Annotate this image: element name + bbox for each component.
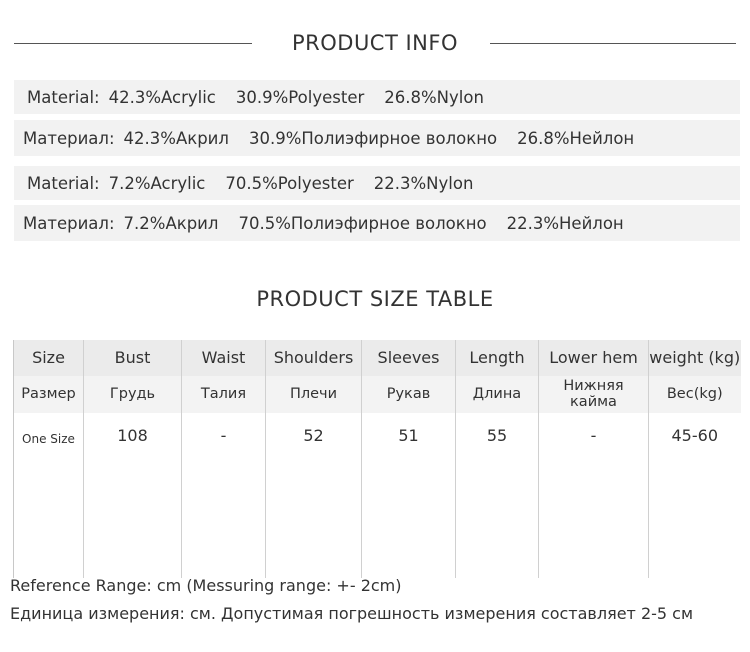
header-cell: Length (455, 340, 539, 376)
size-cell: One Size (13, 413, 84, 578)
header-cell: Плечи (265, 376, 362, 413)
header-cell: Sleeves (361, 340, 456, 376)
waist-cell: - (181, 413, 266, 578)
material-label: Материал: (23, 128, 115, 148)
sleeves-cell: 51 (361, 413, 456, 578)
material-label: Material: (27, 173, 100, 193)
material-part: 7.2%Acrylic (108, 173, 206, 193)
material-part: 42.3%Акрил (123, 128, 229, 148)
material-part: 30.9%Polyester (235, 87, 365, 107)
size-table-header-ru: Размер Грудь Талия Плечи Рукав Длина Ниж… (13, 376, 741, 413)
shoulders-cell: 52 (265, 413, 362, 578)
header-cell: weight (kg) (648, 340, 741, 376)
header-cell: Size (13, 340, 84, 376)
header-cell: Размер (13, 376, 84, 413)
header-cell: Waist (181, 340, 266, 376)
bust-cell: 108 (83, 413, 182, 578)
material-row-ru-2: Материал: 7.2%Акрил 70.5%Полиэфирное вол… (14, 205, 740, 241)
size-table-title: PRODUCT SIZE TABLE (256, 287, 494, 311)
header-cell: Рукав (361, 376, 456, 413)
material-row-en-1: Material: 42.3%Acrylic 30.9%Polyester 26… (14, 80, 740, 114)
title-divider-right (490, 43, 736, 44)
material-part: 26.8%Нейлон (517, 128, 635, 148)
lower-hem-cell: - (538, 413, 649, 578)
material-row-ru-1: Материал: 42.3%Акрил 30.9%Полиэфирное во… (14, 120, 740, 156)
header-cell: Shoulders (265, 340, 362, 376)
material-part: 70.5%Полиэфирное волокно (238, 213, 487, 233)
weight-cell: 45-60 (648, 413, 741, 578)
material-label: Материал: (23, 213, 115, 233)
size-table-header-en: Size Bust Waist Shoulders Sleeves Length… (13, 340, 741, 376)
material-part: 70.5%Polyester (225, 173, 354, 193)
header-cell: Грудь (83, 376, 182, 413)
header-cell: Длина (455, 376, 539, 413)
material-part: 22.3%Нейлон (506, 213, 624, 233)
material-row-en-2: Material: 7.2%Acrylic 70.5%Polyester 22.… (14, 166, 740, 200)
size-table: Size Bust Waist Shoulders Sleeves Length… (13, 340, 741, 578)
header-cell: Нижняя кайма (538, 376, 649, 413)
size-table-row: One Size 108 - 52 51 55 - 45-60 (13, 413, 741, 578)
length-cell: 55 (455, 413, 539, 578)
reference-range-note: Reference Range: cm (Messuring range: +-… (10, 576, 402, 595)
header-cell: Талия (181, 376, 266, 413)
header-cell: Вес(kg) (648, 376, 741, 413)
material-part: 26.8%Nylon (384, 87, 484, 107)
material-part: 30.9%Полиэфирное волокно (248, 128, 498, 148)
material-part: 22.3%Nylon (373, 173, 474, 193)
material-label: Material: (27, 87, 100, 107)
header-cell: Bust (83, 340, 182, 376)
material-part: 7.2%Акрил (123, 213, 219, 233)
header-cell: Lower hem (538, 340, 649, 376)
measurement-unit-note: Единица измерения: см. Допустимая погреш… (10, 604, 694, 623)
material-part: 42.3%Acrylic (108, 87, 216, 107)
